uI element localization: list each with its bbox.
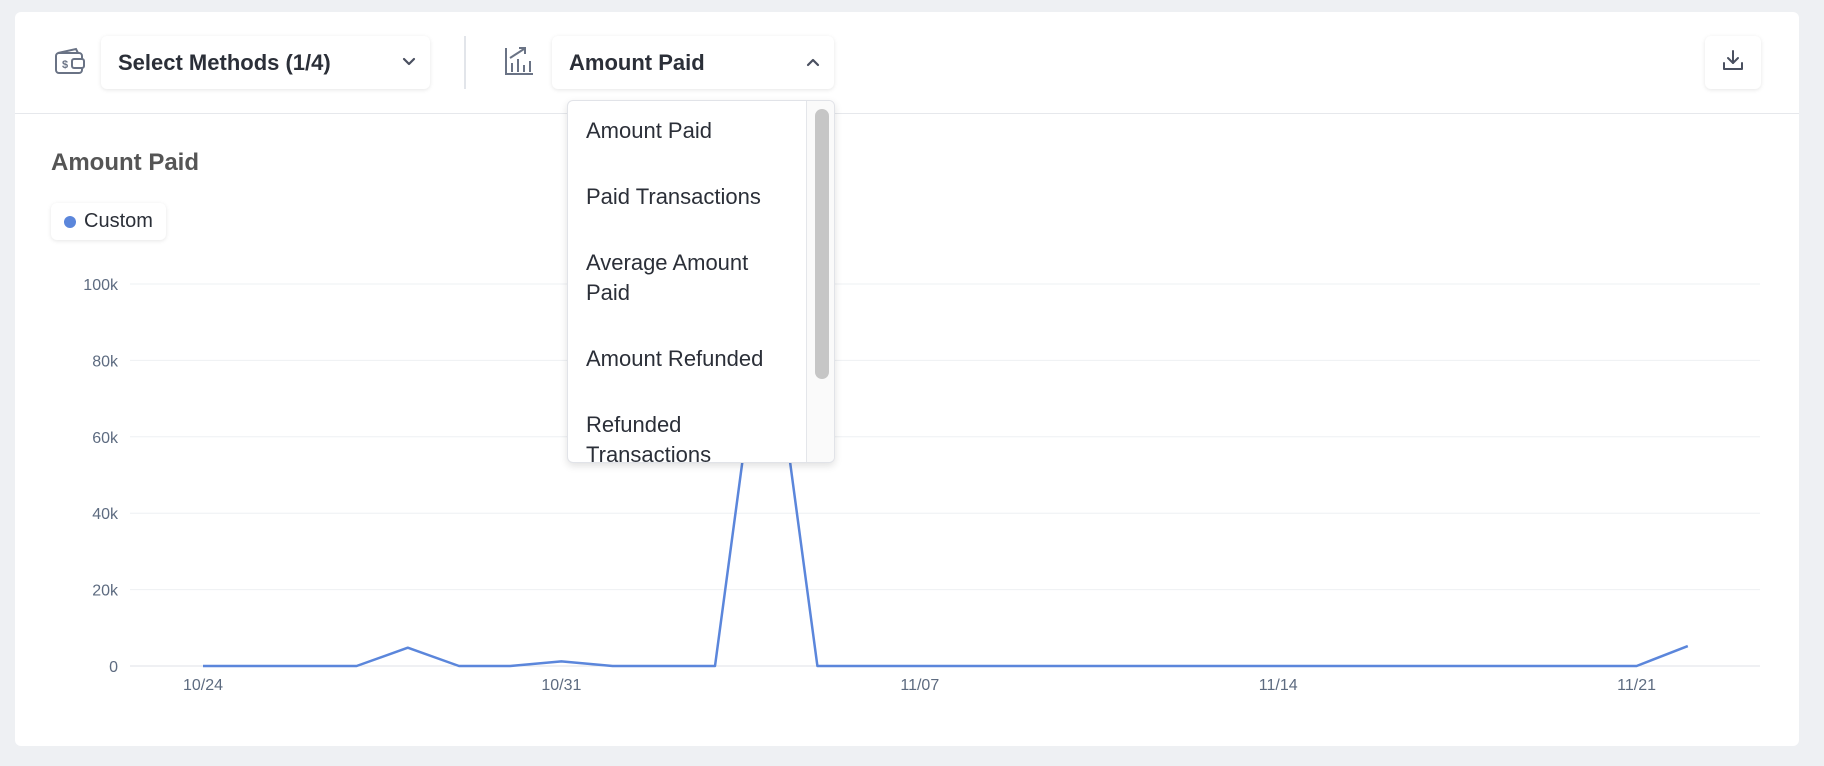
y-tick-label: 80k xyxy=(92,353,119,370)
y-tick-label: 60k xyxy=(92,430,119,447)
series-line-custom[interactable] xyxy=(203,282,1689,668)
x-tick-label: 10/24 xyxy=(183,677,223,694)
x-tick-label: 11/21 xyxy=(1617,677,1656,694)
dropdown-option-average-amount-paid[interactable]: Average Amount Paid xyxy=(568,248,786,308)
y-tick-label: 0 xyxy=(109,659,118,676)
x-tick-label: 11/07 xyxy=(900,677,939,694)
dropdown-option-paid-transactions[interactable]: Paid Transactions xyxy=(568,182,786,212)
y-tick-label: 100k xyxy=(83,277,119,294)
dropdown-option-refunded-transactions[interactable]: Refunded Transactions xyxy=(568,410,786,462)
x-tick-label: 11/14 xyxy=(1259,677,1298,694)
dropdown-scrollbar[interactable] xyxy=(806,101,834,462)
y-tick-label: 20k xyxy=(92,583,119,600)
line-chart: 0 20k 40k 60k 80k 100k 10/24 10/31 11/07 11/14 11/… xyxy=(83,277,1760,694)
chart-card: $ Select Methods (1/4) Amount Paid Amoun… xyxy=(15,12,1799,746)
dropdown-option-amount-paid[interactable]: Amount Paid xyxy=(568,116,786,146)
dropdown-scrollbar-thumb[interactable] xyxy=(815,109,829,379)
y-tick-label: 40k xyxy=(92,506,119,523)
dropdown-option-amount-refunded[interactable]: Amount Refunded xyxy=(568,344,786,374)
x-tick-label: 10/31 xyxy=(541,677,581,694)
metric-dropdown-menu: Amount Paid Paid Transactions Average Am… xyxy=(567,100,835,463)
